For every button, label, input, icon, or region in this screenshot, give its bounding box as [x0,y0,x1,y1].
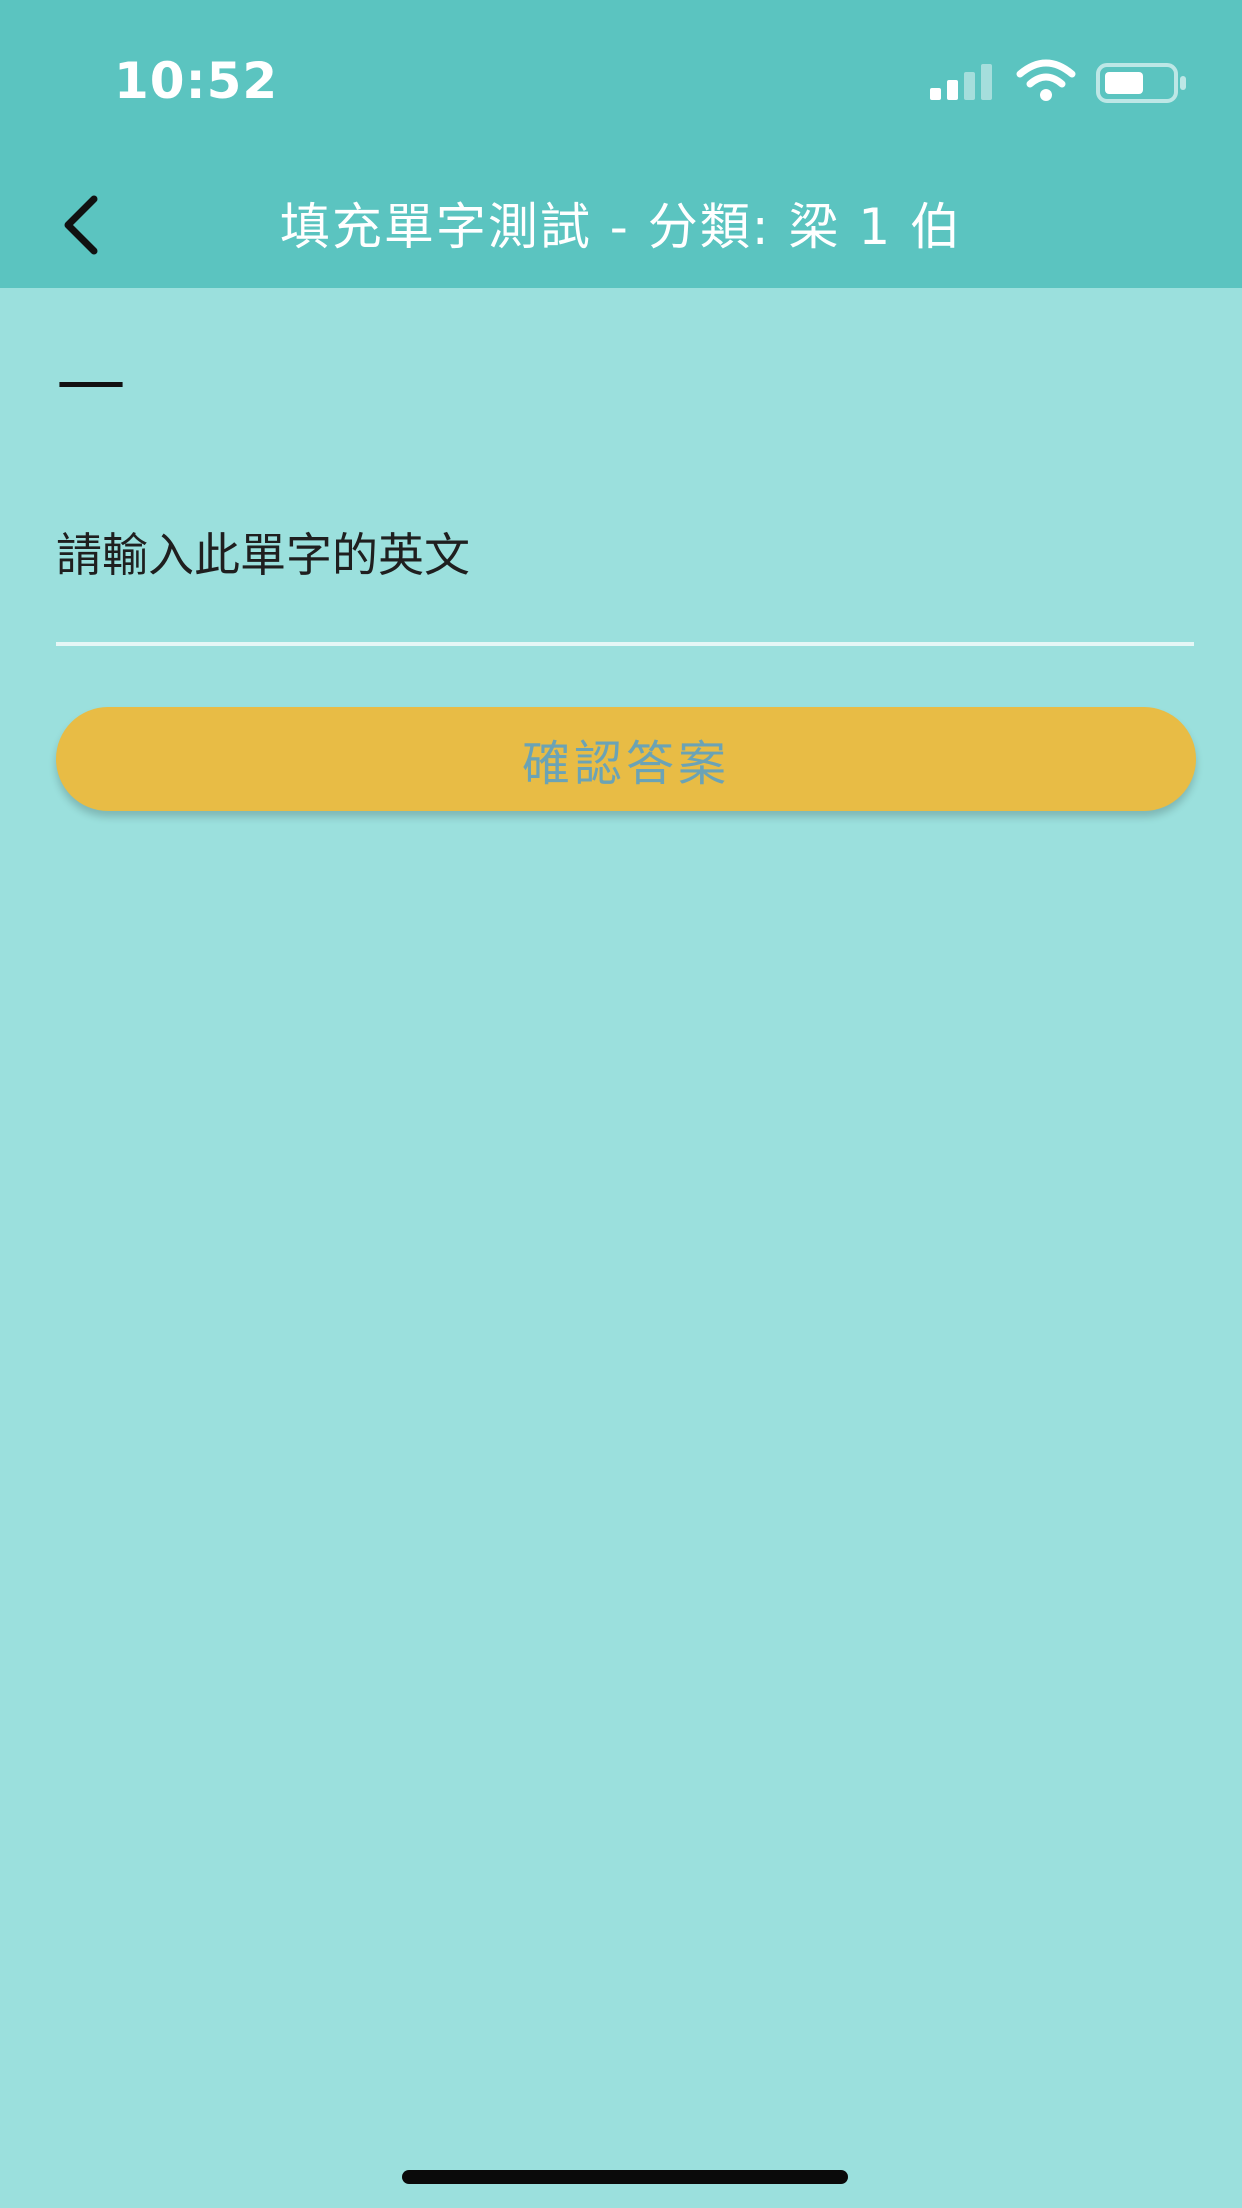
battery-icon [1096,63,1186,103]
navigation-bar: 填充單字測試 - 分類: 梁 1 伯 [0,165,1242,288]
quiz-word: — [56,339,126,421]
home-indicator[interactable] [402,2170,848,2184]
wifi-icon [1016,59,1076,101]
cellular-signal-icon [930,64,992,100]
status-time: 10:52 [114,52,279,110]
status-bar: 10:52 [0,0,1242,165]
page-title: 填充單字測試 - 分類: 梁 1 伯 [279,198,963,256]
answer-input[interactable] [56,512,1194,646]
confirm-answer-button[interactable]: 確認答案 [56,707,1196,811]
app-header: 10:52 填充單字測試 - 分類: 梁 1 伯 [0,0,1242,288]
chevron-left-icon [64,195,98,255]
back-button[interactable] [38,175,128,275]
